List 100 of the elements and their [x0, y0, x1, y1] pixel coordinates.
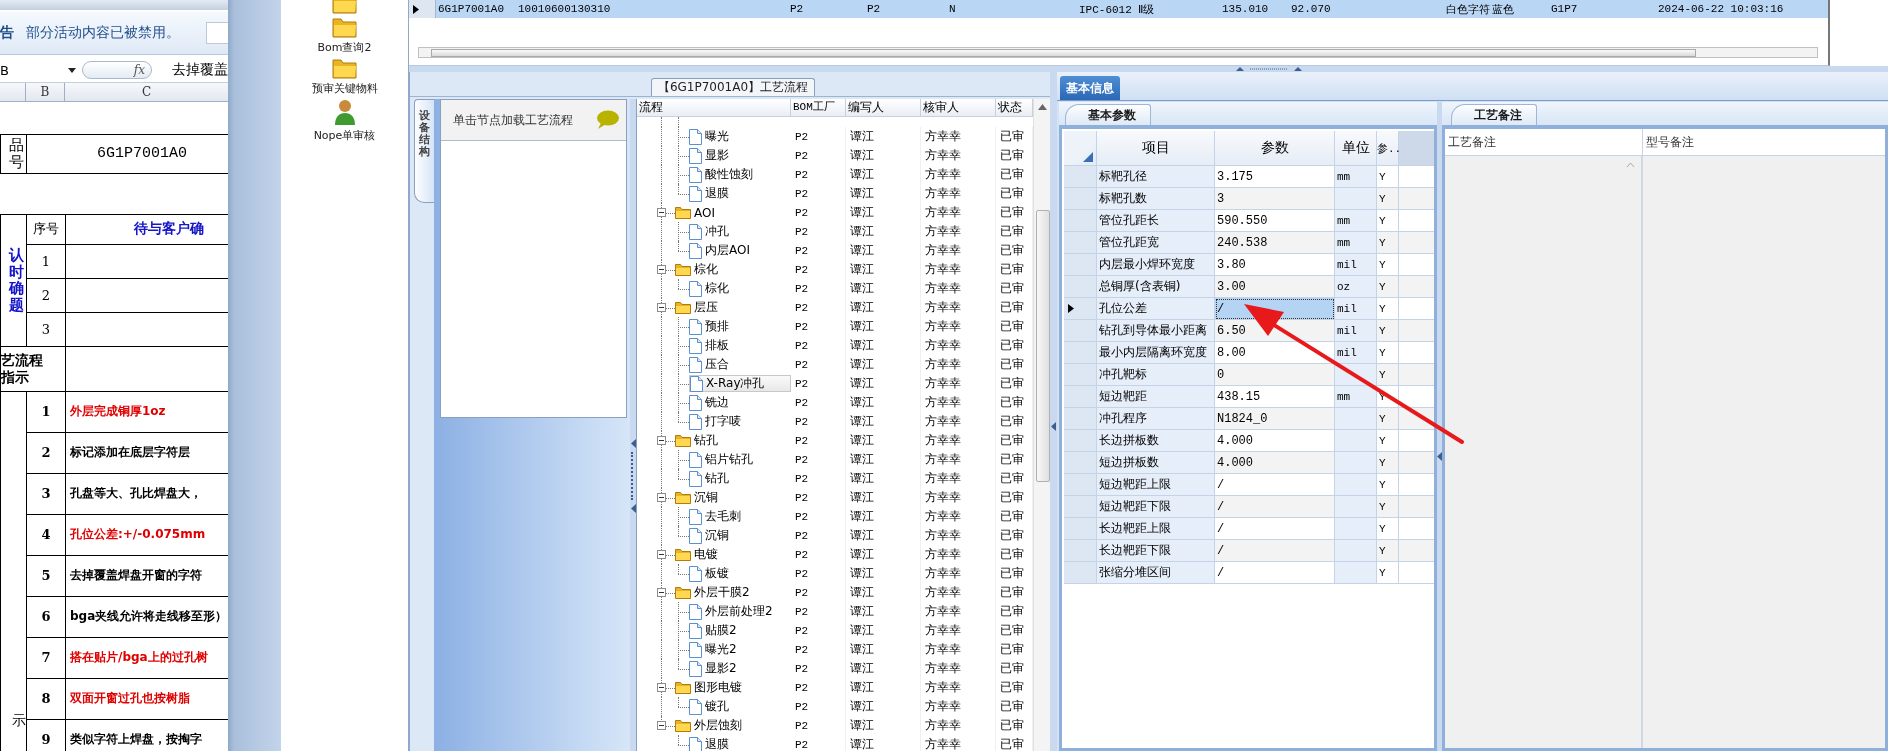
table-cell[interactable]: N1824_0 [1215, 408, 1335, 430]
table-cell[interactable]: 0 [1215, 364, 1335, 386]
row-header[interactable] [1064, 298, 1097, 320]
person-icon[interactable] [332, 98, 357, 126]
scroll-up-icon[interactable] [1038, 104, 1047, 110]
corner-cell[interactable] [1064, 131, 1097, 166]
tree-node[interactable]: AOI [675, 204, 721, 221]
column-header[interactable]: 流程 [637, 99, 791, 116]
table-cell: Y [1377, 276, 1399, 298]
tree-node[interactable]: 退膜 [689, 185, 735, 202]
folder-icon[interactable] [331, 16, 358, 38]
collapse-icon[interactable] [657, 550, 666, 559]
tree-node[interactable]: 排板 [689, 337, 735, 354]
tree-node[interactable]: 外层蚀刻 [675, 717, 748, 734]
collapse-icon[interactable] [657, 493, 666, 502]
collapse-icon[interactable] [657, 683, 666, 692]
column-header[interactable]: 编写人 [846, 99, 921, 116]
table-cell: 谭江 [846, 127, 921, 146]
collapse-icon[interactable] [657, 265, 666, 274]
collapse-icon[interactable] [657, 208, 666, 217]
table-cell: 谭江 [846, 507, 921, 526]
tree-node[interactable]: 铝片钻孔 [689, 451, 759, 468]
tree-node[interactable]: 显影2 [689, 660, 743, 677]
column-header[interactable]: 参数 [1215, 131, 1335, 166]
tree-node[interactable]: 棕化 [689, 280, 735, 297]
column-header[interactable]: 单位 [1335, 131, 1377, 166]
column-header[interactable]: 型号备注 [1643, 129, 1885, 155]
tree-node[interactable]: 贴膜2 [689, 622, 743, 639]
table-cell[interactable]: / [1215, 518, 1335, 540]
collapse-icon[interactable] [657, 303, 666, 312]
tree-node[interactable]: 板镀 [689, 565, 735, 582]
table-cell[interactable]: 3.80 [1215, 254, 1335, 276]
collapse-icon[interactable] [657, 721, 666, 730]
tab[interactable]: 基本参数 [1065, 104, 1151, 125]
tab[interactable]: 基本信息 [1060, 76, 1120, 100]
column-header[interactable]: C [65, 83, 228, 101]
collapse-arrow-icon[interactable] [1437, 452, 1442, 461]
column-header[interactable]: B [26, 83, 65, 101]
function-button[interactable]: fx [82, 61, 152, 79]
table-row[interactable]: 6G1P7001A0 10010600130310 P2 P2 N IPC-6012 Ⅱ级 135.010 92.070 白色字符 蓝色 G1P7 2024-06-22 10:03:16 [409, 0, 1828, 18]
tree-node[interactable]: 内层AOI [689, 242, 756, 259]
table-cell[interactable]: / [1215, 496, 1335, 518]
table-cell[interactable]: 3 [1215, 188, 1335, 210]
tree-node[interactable]: 钻孔 [689, 470, 735, 487]
collapse-icon[interactable] [657, 588, 666, 597]
tree-node[interactable]: 铣边 [689, 394, 735, 411]
tree-node[interactable]: 沉铜 [675, 489, 724, 506]
tree-node[interactable]: 棕化 [675, 261, 724, 278]
tree-node[interactable]: X-Ray冲孔 [689, 375, 791, 392]
tab[interactable]: 工艺备注 [1451, 104, 1537, 125]
tree-node[interactable]: 镀孔 [689, 698, 735, 715]
table-cell[interactable]: 590.550 [1215, 210, 1335, 232]
tree-node[interactable]: 去毛刺 [689, 508, 747, 525]
tree-node[interactable]: 层压 [675, 299, 724, 316]
collapse-icon[interactable] [657, 436, 666, 445]
tree-node[interactable]: 钻孔 [675, 432, 724, 449]
folder-icon[interactable] [331, 57, 358, 79]
tree-node[interactable]: 显影 [689, 147, 735, 164]
table-cell[interactable]: 3.175 [1215, 166, 1335, 188]
collapse-arrow-icon[interactable] [1051, 422, 1056, 431]
column-header[interactable]: 参.. [1377, 131, 1399, 166]
tree-node[interactable]: 预排 [689, 318, 735, 335]
launcher-label[interactable]: 预审关键物料 [311, 81, 378, 96]
side-tab[interactable]: 设备结构 [414, 99, 434, 203]
table-cell[interactable]: / [1215, 540, 1335, 562]
tree-node[interactable]: 沉铜 [689, 527, 735, 544]
tree-node[interactable]: 酸性蚀刻 [689, 166, 759, 183]
tree-node[interactable]: 冲孔 [689, 223, 735, 240]
tree-node[interactable]: 打字唛 [689, 413, 747, 430]
column-header[interactable]: 项目 [1097, 131, 1215, 166]
collapse-arrow-icon[interactable] [630, 439, 636, 448]
column-header[interactable]: 核审人 [921, 99, 996, 116]
column-header[interactable]: BOM工厂 [791, 99, 846, 116]
table-cell[interactable]: 3.00 [1215, 276, 1335, 298]
caret-icon[interactable] [68, 67, 76, 73]
launcher-label[interactable]: Nope单审核 [313, 128, 376, 143]
tree-node[interactable]: 曝光 [689, 128, 735, 145]
tree-node[interactable]: 退膜 [689, 736, 735, 751]
name-box[interactable]: B [0, 60, 80, 80]
table-cell[interactable]: 4.000 [1215, 430, 1335, 452]
tree-node[interactable]: 外层干膜2 [675, 584, 756, 601]
table-cell: Y [1377, 474, 1399, 496]
tree-node[interactable]: 图形电镀 [675, 679, 748, 696]
table-cell[interactable]: / [1215, 562, 1335, 584]
table-cell[interactable]: 438.15 [1215, 386, 1335, 408]
tree-node[interactable]: 外层前处理2 [689, 603, 779, 620]
tree-node[interactable]: 曝光2 [689, 641, 743, 658]
horizontal-scrollbar[interactable] [418, 47, 1818, 58]
table-cell[interactable]: 4.000 [1215, 452, 1335, 474]
column-header[interactable]: 工艺备注 [1445, 129, 1643, 155]
formula-field[interactable]: 去掉覆盖 [172, 61, 228, 79]
table-cell[interactable]: 240.538 [1215, 232, 1335, 254]
table-cell[interactable]: / [1215, 474, 1335, 496]
vertical-scrollbar[interactable] [1033, 99, 1051, 751]
table-cell: P2 [791, 697, 846, 716]
table-cell[interactable]: 8.00 [1215, 342, 1335, 364]
launcher-label[interactable]: Bom查询2 [317, 40, 372, 55]
tree-node[interactable]: 压合 [689, 356, 735, 373]
collapse-arrow-icon[interactable] [630, 504, 636, 513]
tree-node[interactable]: 电镀 [675, 546, 724, 563]
